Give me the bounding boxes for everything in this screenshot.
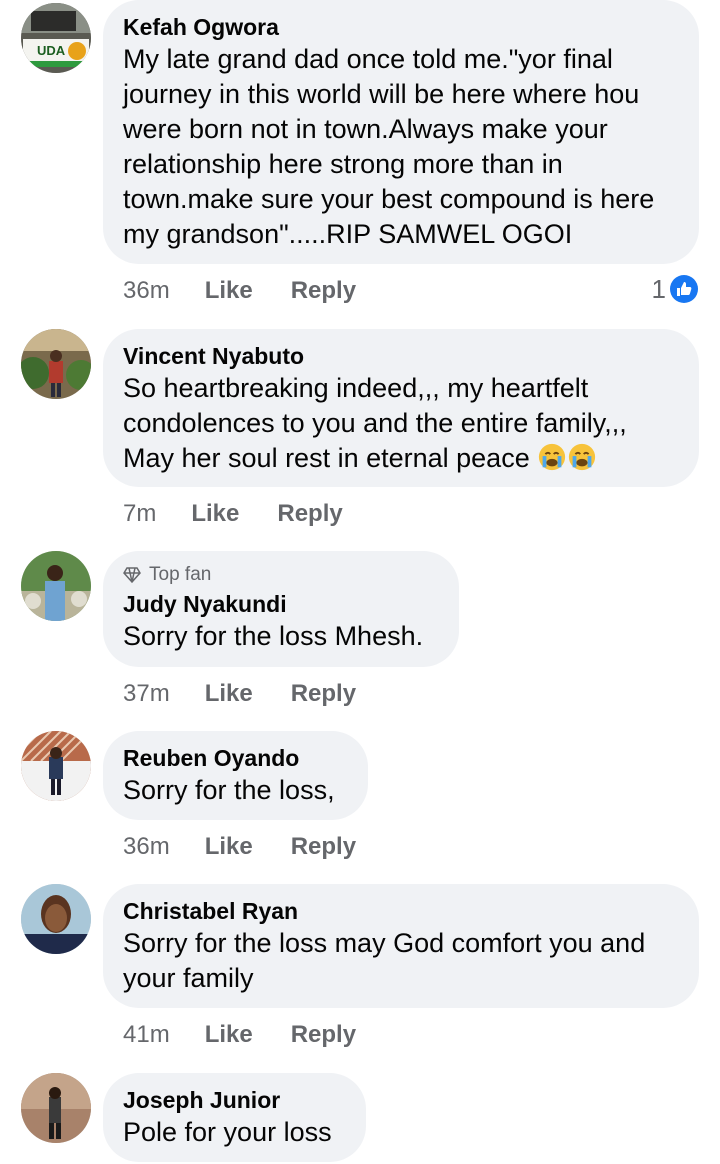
- comment-time[interactable]: 36m: [123, 833, 170, 861]
- like-button[interactable]: Like: [205, 1021, 253, 1049]
- avatar[interactable]: UDA: [21, 3, 91, 73]
- comment-bubble: Vincent Nyabuto So heartbreaking indeed,…: [103, 329, 699, 487]
- avatar-logo-text: UDA: [37, 43, 66, 58]
- avatar[interactable]: [21, 884, 91, 954]
- avatar[interactable]: [21, 731, 91, 801]
- like-button[interactable]: Like: [205, 680, 253, 708]
- diamond-icon: [123, 567, 141, 584]
- avatar[interactable]: [21, 329, 91, 399]
- avatar-image: [21, 884, 91, 954]
- top-fan-badge: Top fan: [123, 563, 439, 587]
- comment-actions: 7m Like Reply: [123, 499, 343, 529]
- comment-author[interactable]: Christabel Ryan: [123, 896, 679, 926]
- comment-bubble: Christabel Ryan Sorry for the loss may G…: [103, 884, 699, 1008]
- avatar-image: [21, 329, 91, 399]
- reply-button[interactable]: Reply: [277, 500, 342, 528]
- reply-button[interactable]: Reply: [291, 680, 356, 708]
- avatar[interactable]: [21, 1073, 91, 1143]
- comment-bubble: Kefah Ogwora My late grand dad once told…: [103, 0, 699, 264]
- comment-author[interactable]: Reuben Oyando: [123, 743, 348, 773]
- comment-author[interactable]: Kefah Ogwora: [123, 12, 679, 42]
- like-button[interactable]: Like: [205, 277, 253, 305]
- reaction-count-number: 1: [651, 273, 666, 304]
- crying-face-icon: [539, 443, 566, 471]
- comment-text: Pole for your loss: [123, 1117, 332, 1147]
- avatar[interactable]: [21, 551, 91, 621]
- comment-time[interactable]: 7m: [123, 500, 156, 528]
- crying-face-icon: [569, 443, 596, 471]
- reply-button[interactable]: Reply: [291, 1021, 356, 1049]
- comment-bubble: Joseph Junior Pole for your loss: [103, 1073, 366, 1162]
- comment-text: So heartbreaking indeed,,, my heartfelt …: [123, 371, 679, 476]
- reaction-count[interactable]: 1: [652, 274, 698, 304]
- comment-bubble: Top fan Judy Nyakundi Sorry for the loss…: [103, 551, 459, 667]
- comment-text: Sorry for the loss Mhesh.: [123, 621, 424, 651]
- like-button[interactable]: Like: [205, 833, 253, 861]
- avatar-image: [21, 1073, 91, 1143]
- avatar-image: [21, 551, 91, 621]
- comment-actions: 37m Like Reply: [123, 679, 356, 709]
- top-fan-label: Top fan: [149, 564, 212, 585]
- comment-text: Sorry for the loss,: [123, 775, 335, 805]
- comment-author[interactable]: Joseph Junior: [123, 1085, 346, 1115]
- avatar-image: UDA: [21, 3, 91, 73]
- comment-author[interactable]: Vincent Nyabuto: [123, 341, 679, 371]
- avatar-image: [21, 731, 91, 801]
- comment-text: My late grand dad once told me."yor fina…: [123, 44, 655, 249]
- like-button[interactable]: Like: [191, 500, 239, 528]
- comment-time[interactable]: 36m: [123, 277, 170, 305]
- comment-bubble: Reuben Oyando Sorry for the loss,: [103, 731, 368, 820]
- reply-button[interactable]: Reply: [291, 277, 356, 305]
- comment-time[interactable]: 41m: [123, 1021, 170, 1049]
- comment-actions: 41m Like Reply: [123, 1020, 356, 1050]
- comment-actions: 36m Like Reply: [123, 276, 356, 306]
- reply-button[interactable]: Reply: [291, 833, 356, 861]
- comment-author[interactable]: Judy Nyakundi: [123, 589, 439, 619]
- comment-actions: 36m Like Reply: [123, 832, 356, 862]
- comment-text: Sorry for the loss may God comfort you a…: [123, 928, 646, 993]
- comment-time[interactable]: 37m: [123, 680, 170, 708]
- thumbs-up-icon: [670, 275, 698, 303]
